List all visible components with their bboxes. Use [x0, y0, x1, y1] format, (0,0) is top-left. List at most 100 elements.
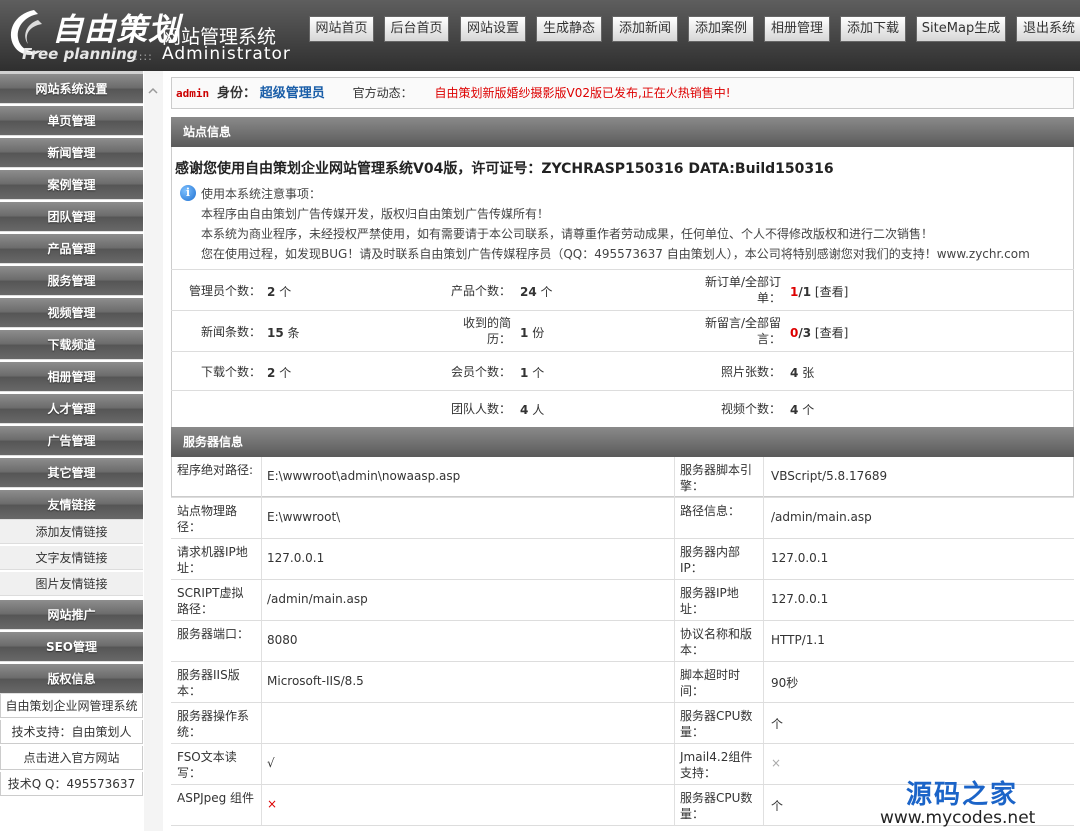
team-count-value: 4 人: [520, 403, 545, 417]
notice-line-2: 本程序由自由策划广告传媒开发，版权归自由策划广告传媒所有！: [201, 207, 550, 221]
table-divider: [261, 703, 262, 743]
sidebar-item-products[interactable]: 产品管理: [0, 234, 143, 264]
stats-row: 下载个数： 2 个 会员个数： 1 个 照片张数： 4 张: [171, 351, 1074, 390]
nav-add-news[interactable]: 添加新闻: [612, 16, 678, 42]
table-divider: [674, 662, 675, 702]
chevron-up-icon[interactable]: [147, 85, 159, 97]
stats-row: 管理员个数： 2 个 产品个数： 24 个 新订单/全部订单： 1/1 [查看]: [171, 269, 1074, 310]
sidebar-item-cases[interactable]: 案例管理: [0, 170, 143, 200]
logo-cn-text: 自由策划: [52, 12, 180, 48]
server-info-key: 服务器操作系统：: [177, 709, 250, 739]
order-label: 新订单/全部订单：: [704, 275, 781, 305]
nav-logout[interactable]: 退出系统: [1016, 16, 1080, 42]
sidebar-item-jobs[interactable]: 人才管理: [0, 394, 143, 424]
sidebar-sub-text-links[interactable]: 文字友情链接: [0, 546, 143, 570]
server-info-value: /admin/main.asp: [771, 510, 872, 524]
nav-admin-home[interactable]: 后台首页: [384, 16, 449, 42]
server-info-key: 服务器脚本引擎：: [680, 463, 753, 493]
logo[interactable]: 自由策划 Free planning :::: 网站管理系统 Administr…: [0, 0, 300, 71]
sidebar-item-ads[interactable]: 广告管理: [0, 426, 143, 456]
product-count-value: 24 个: [520, 285, 553, 299]
sidebar-item-friend-links[interactable]: 友情链接: [0, 490, 143, 520]
status-bar: admin 身份： 超级管理员 官方动态： 自由策划新版婚纱摄影版V02版已发布…: [171, 77, 1074, 109]
notice-line-3: 本系统为商业程序，未经授权严禁使用，如有需要请于本公司联系，请尊重作者劳动成果，…: [201, 227, 934, 241]
table-divider: [763, 498, 764, 538]
nav-generate-static[interactable]: 生成静态: [536, 16, 602, 42]
table-divider: [674, 703, 675, 743]
server-info-key: FSO文本读写：: [177, 750, 237, 780]
photo-count-value: 4 张: [790, 366, 815, 380]
sidebar-item-pages[interactable]: 单页管理: [0, 106, 143, 136]
sidebar-item-promotion[interactable]: 网站推广: [0, 600, 143, 630]
nav-sitemap[interactable]: SiteMap生成: [916, 16, 1006, 42]
server-info-key: 服务器CPU数量：: [680, 791, 753, 821]
watermark-url: www.mycodes.net: [880, 808, 1036, 828]
table-divider: [674, 580, 675, 620]
server-info-value: 127.0.0.1: [771, 592, 829, 606]
stats-row: 新闻条数： 15 条 收到的简历： 1 份 新留言/全部留言： 0/3 [查看]: [171, 310, 1074, 351]
video-count-label: 视频个数：: [720, 402, 781, 416]
sidebar-item-news[interactable]: 新闻管理: [0, 138, 143, 168]
nav-add-download[interactable]: 添加下载: [840, 16, 906, 42]
server-info-value: √: [267, 756, 275, 770]
server-info-row: 服务器端口： 8080 协议名称和版本： HTTP/1.1: [171, 621, 1074, 662]
official-news-text[interactable]: 自由策划新版婚纱摄影版V02版已发布,正在火热销售中!: [434, 86, 730, 100]
table-divider: [763, 703, 764, 743]
notice-line-1: 使用本系统注意事项：: [201, 187, 322, 201]
sidebar-item-site-settings[interactable]: 网站系统设置: [0, 74, 143, 104]
order-view-link[interactable]: [查看]: [815, 285, 848, 299]
nav-site-home[interactable]: 网站首页: [309, 16, 374, 42]
official-site-link[interactable]: 点击进入官方网站: [0, 746, 143, 770]
server-info-value: ×: [771, 756, 782, 770]
server-info-value: E:\wwwroot\admin\nowaasp.asp: [267, 469, 461, 483]
copyright-qq: 技术Q Q：495573637: [0, 772, 143, 796]
photo-count-label: 照片张数：: [720, 365, 781, 379]
sidebar-item-services[interactable]: 服务管理: [0, 266, 143, 296]
table-divider: [674, 539, 675, 579]
sidebar-sub-add-link[interactable]: 添加友情链接: [0, 520, 143, 544]
sidebar-item-other[interactable]: 其它管理: [0, 458, 143, 488]
server-info-value: 127.0.0.1: [771, 551, 829, 565]
table-divider: [763, 457, 764, 497]
sidebar-item-team[interactable]: 团队管理: [0, 202, 143, 232]
server-info-key: 服务器IIS版本：: [177, 668, 240, 698]
admin-word: Administrator: [162, 44, 291, 64]
table-divider: [763, 744, 764, 784]
server-info-key: 程序绝对路径:: [177, 463, 254, 477]
official-news-label: 官方动态：: [352, 86, 413, 100]
message-label: 新留言/全部留言：: [704, 316, 781, 346]
nav-add-case[interactable]: 添加案例: [688, 16, 754, 42]
table-divider: [674, 785, 675, 825]
logo-en-text: Free planning: [22, 45, 138, 63]
sidebar-collapse-gutter: [144, 71, 163, 831]
news-count-label: 新闻条数：: [200, 325, 261, 339]
sidebar-item-copyright[interactable]: 版权信息: [0, 664, 143, 694]
download-count-value: 2 个: [267, 366, 292, 380]
server-info-value: 8080: [267, 633, 298, 647]
server-info-row: 程序绝对路径: E:\wwwroot\admin\nowaasp.asp 服务器脚本…: [171, 457, 1074, 498]
nav-site-settings[interactable]: 网站设置: [460, 16, 526, 42]
nav-album[interactable]: 相册管理: [764, 16, 830, 42]
admin-count-label: 管理员个数：: [188, 284, 261, 298]
server-info-value: 127.0.0.1: [267, 551, 325, 565]
sidebar-item-album[interactable]: 相册管理: [0, 362, 143, 392]
server-info-row: SCRIPT虚拟路径： /admin/main.asp 服务器IP地址： 127.0.…: [171, 580, 1074, 621]
message-view-link[interactable]: [查看]: [815, 326, 848, 340]
server-info-key: ASPJpeg 组件: [177, 791, 255, 805]
sidebar-sub-image-links[interactable]: 图片友情链接: [0, 572, 143, 596]
sidebar-item-videos[interactable]: 视频管理: [0, 298, 143, 328]
product-count-label: 产品个数：: [450, 284, 511, 298]
server-info-key: 服务器内部IP：: [680, 545, 741, 575]
sidebar-item-downloads[interactable]: 下载频道: [0, 330, 143, 360]
table-divider: [674, 498, 675, 538]
watermark-cn: 源码之家: [906, 780, 1019, 810]
sidebar-item-seo[interactable]: SEO管理: [0, 632, 143, 662]
server-info-key: 脚本超时时间：: [680, 668, 741, 698]
table-divider: [763, 662, 764, 702]
team-count-label: 团队人数：: [450, 402, 511, 416]
table-divider: [261, 457, 262, 497]
table-divider: [261, 580, 262, 620]
logo-dots: ::::: [134, 50, 153, 63]
table-divider: [261, 539, 262, 579]
table-divider: [674, 457, 675, 497]
